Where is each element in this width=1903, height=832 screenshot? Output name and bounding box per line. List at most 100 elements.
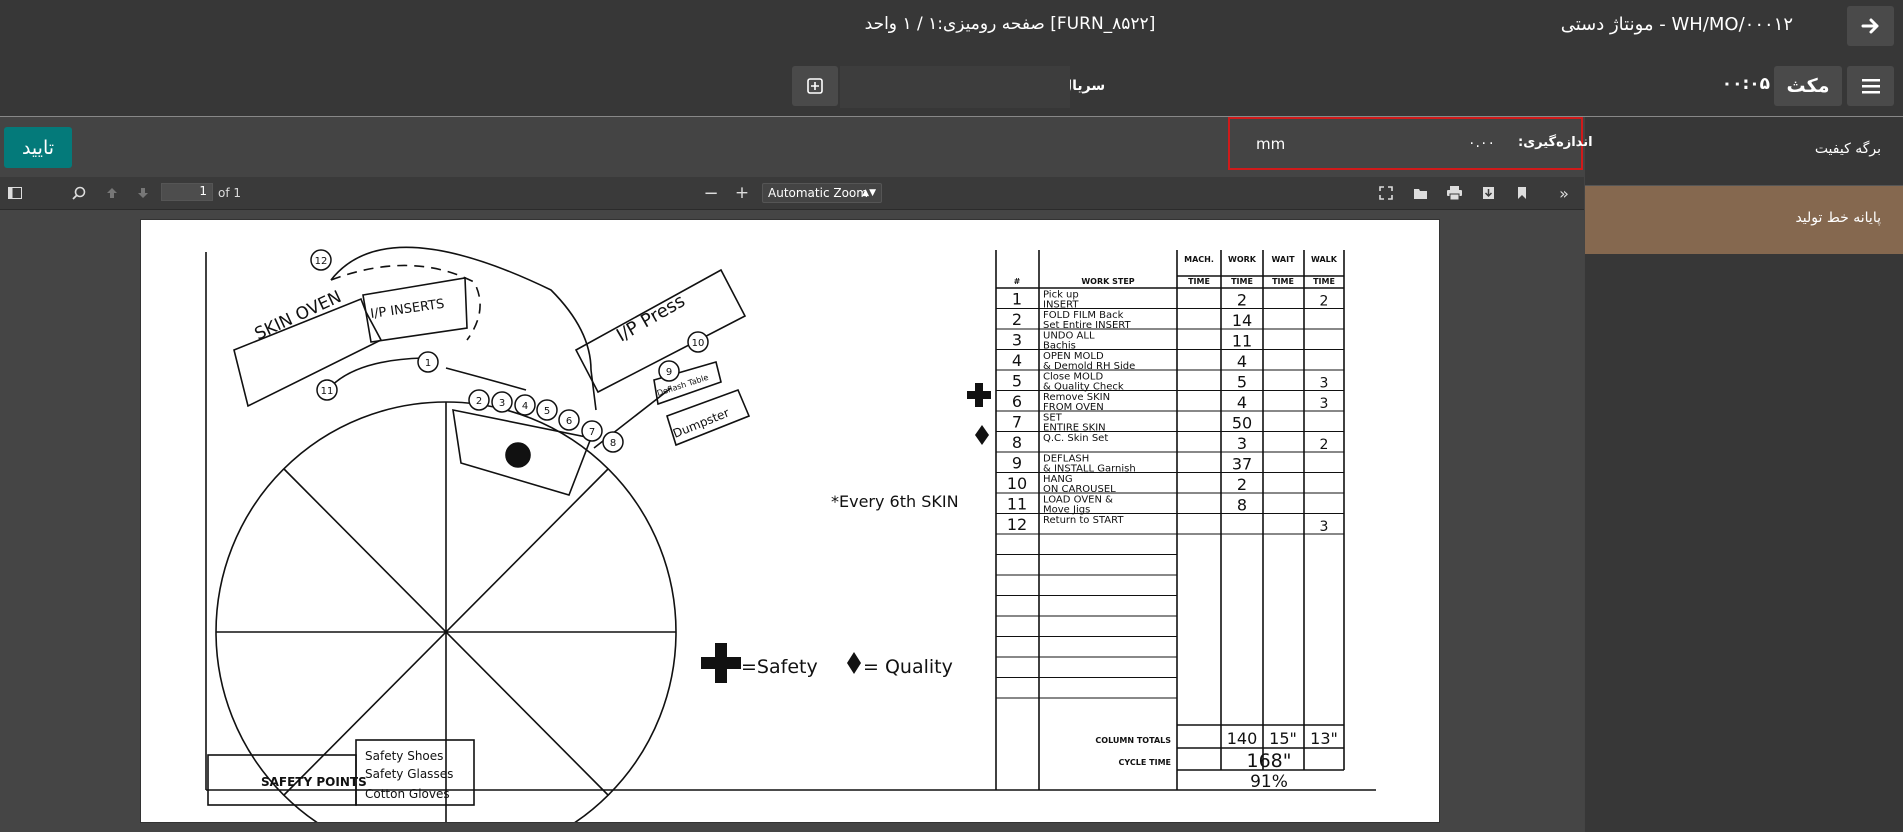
step-circle-number: 7 [589,427,595,438]
zoom-select[interactable]: Automatic Zoom ▲▼ [762,183,882,203]
measure-unit: mm [1256,135,1286,153]
page-number-input[interactable]: 1 [161,183,213,201]
quality-diamond-icon [975,425,989,445]
row-work-time: 14 [1232,311,1252,330]
chevron-down-icon: ▲▼ [862,188,876,198]
menu-button[interactable] [1847,66,1894,106]
sidebar-item-quality-sheet[interactable]: برگه کیفیت [1585,117,1903,186]
previous-page-icon[interactable] [103,177,121,209]
col-header-mach: MACH. [1184,255,1214,264]
col-header-time: TIME [1231,277,1253,286]
row-work-time: 2 [1237,475,1247,494]
hamburger-icon [1861,79,1880,94]
safety-item: Safety Glasses [365,767,453,781]
next-page-icon[interactable] [134,177,152,209]
station-skin-oven: SKIN OVEN [252,287,345,345]
col-header-step: WORK STEP [1081,277,1134,286]
every-note: *Every 6th SKIN [831,492,959,511]
download-icon[interactable] [1479,177,1497,209]
total-walk: 13" [1310,729,1338,748]
row-number: 3 [1012,331,1022,350]
row-step: ON CAROUSEL [1043,484,1116,495]
row-number: 7 [1012,413,1022,432]
step-circle-number: 2 [476,396,482,407]
row-number: 1 [1012,290,1022,309]
confirm-button[interactable]: تایید [4,127,72,168]
column-totals-label: COLUMN TOTALS [1095,736,1171,745]
row-number: 10 [1007,474,1027,493]
row-number: 11 [1007,495,1027,514]
cycle-time-label: CYCLE TIME [1119,758,1171,767]
legend-safety: =Safety [741,656,818,678]
zoom-in-icon[interactable]: + [734,177,750,209]
row-step: & Quality Check [1043,382,1124,393]
row-step: Set Entire INSERT [1043,320,1131,331]
col-header-time: TIME [1313,277,1335,286]
safety-points-label: SAFETY POINTS [261,775,367,789]
legend-quality: = Quality [863,656,953,678]
row-step: Return to START [1043,515,1124,526]
mo-title: WH/MO/۰۰۰۱۲ - مونتاژ دستی [1560,14,1793,35]
sidebar-item-label: پایانه خط تولید [1795,210,1881,226]
worksheet-drawing: SKIN OVEN I/P INSERTS I/P Press Deflash … [205,246,1376,832]
row-walk-time: 2 [1320,294,1329,310]
step-circle-number: 3 [499,398,505,409]
row-step: ENTIRE SKIN [1043,423,1106,434]
open-file-icon[interactable] [1411,177,1429,209]
step-circle-number: 5 [544,406,550,417]
row-number: 2 [1012,310,1022,329]
col-header-wait: WAIT [1271,255,1295,264]
presentation-mode-icon[interactable] [1377,177,1395,209]
step-circle-number: 11 [321,386,334,397]
col-header-walk: WALK [1311,255,1338,264]
row-walk-time: 3 [1320,376,1329,392]
search-icon[interactable] [70,177,88,209]
row-work-time: 11 [1232,332,1252,351]
sidebar-toggle-icon[interactable] [6,177,24,209]
row-walk-time: 2 [1320,437,1329,453]
sidebar-item-production-terminal[interactable]: پایانه خط تولید [1585,186,1903,254]
row-work-time: 3 [1237,434,1247,453]
serial-input[interactable] [840,66,1070,108]
measure-label: اندازه‌گیری: [1518,135,1593,150]
quality-diamond-legend-icon [847,652,861,674]
measure-input[interactable]: ۰.۰۰ [1468,135,1495,151]
station-ip-inserts: I/P INSERTS [369,297,445,322]
row-step: Bachis [1043,341,1076,352]
page-total: of 1 [218,186,242,200]
arrow-right-icon [1861,18,1878,34]
row-work-time: 4 [1237,352,1247,371]
tools-menu-icon[interactable]: » [1554,177,1574,209]
step-circle-number: 6 [566,416,572,427]
row-work-time: 50 [1232,414,1252,433]
cycle-percent: 91% [1250,772,1288,792]
row-step: Move Jigs [1043,505,1090,516]
step-circle-number: 9 [666,367,672,378]
zoom-select-value: Automatic Zoom [768,186,868,200]
row-step: & Demold RH Side [1043,361,1135,372]
row-step: & INSTALL Garnish [1043,464,1136,475]
col-header-time: TIME [1272,277,1294,286]
safety-cross-legend-icon [701,643,741,683]
row-work-time: 37 [1232,455,1252,474]
total-wait: 15" [1269,729,1297,748]
sidebar-item-label: برگه کیفیت [1814,141,1881,157]
step-circle-number: 4 [522,401,528,412]
bookmark-icon[interactable] [1513,177,1531,209]
pause-button[interactable]: مکث [1774,66,1842,106]
row-step: INSERT [1043,300,1079,311]
zoom-out-icon[interactable]: − [703,177,719,209]
back-button[interactable] [1847,6,1894,46]
step-circle-number: 12 [315,256,328,267]
row-walk-time: 3 [1320,396,1329,412]
safety-item: Safety Shoes [365,749,443,763]
pdf-page: SKIN OVEN I/P INSERTS I/P Press Deflash … [140,219,1440,832]
row-step: FROM OVEN [1043,402,1104,413]
print-icon[interactable] [1445,177,1463,209]
timer: ۰۰:۰۵ [1721,74,1770,94]
add-serial-button[interactable] [792,66,838,106]
total-work: 140 [1227,729,1258,748]
safety-item: Cotton Gloves [365,787,450,801]
station-ip-press: I/P Press [613,290,689,346]
row-number: 5 [1012,372,1022,391]
